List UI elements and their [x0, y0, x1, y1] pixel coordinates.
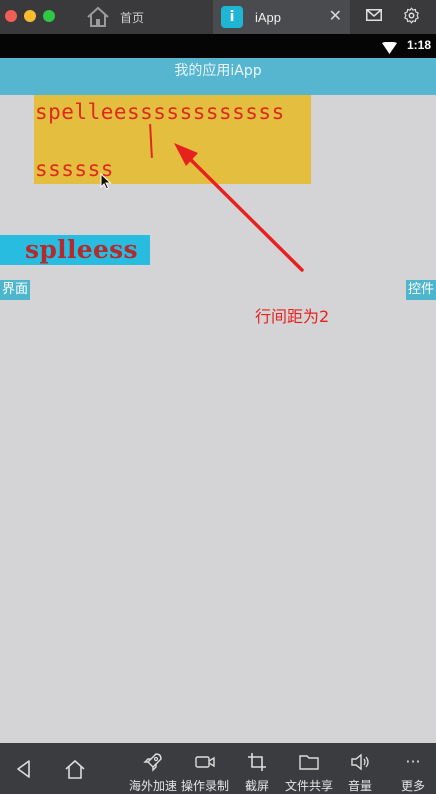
crop-icon — [248, 753, 266, 771]
toolbar-label: 音量 — [348, 779, 373, 793]
video-camera-icon — [195, 756, 215, 768]
close-tab-icon[interactable]: ✕ — [329, 7, 342, 25]
controls-button[interactable]: 控件 — [405, 280, 436, 300]
styled-text: splleess — [25, 235, 138, 264]
folder-icon — [299, 755, 319, 770]
toolbar-label: 文件共享 — [285, 779, 334, 793]
toolbar-label: 更多 — [401, 779, 426, 793]
interface-button[interactable]: 界面 — [0, 280, 31, 300]
wifi-icon — [382, 42, 397, 54]
annotation-caret-mark — [149, 123, 153, 159]
home-icon — [87, 6, 109, 27]
rocket-icon — [143, 753, 162, 772]
back-icon[interactable] — [14, 758, 36, 780]
text-line-1: spelleessssssssssss — [35, 100, 285, 124]
gear-icon[interactable] — [403, 7, 420, 24]
multiline-text-view[interactable]: spelleessssssssssss ssssss — [34, 95, 311, 184]
tab-home-label: 首页 — [120, 10, 145, 25]
tab-iapp[interactable]: i iApp ✕ — [213, 0, 350, 34]
iapp-logo-icon: i — [221, 6, 243, 28]
speaker-icon — [351, 753, 369, 771]
toolbar-item-record[interactable]: 操作录制 — [181, 743, 229, 794]
mouse-pointer-icon — [100, 173, 112, 190]
status-time: 1:18 — [407, 38, 432, 52]
toolbar-item-more[interactable]: ··· 更多 — [401, 743, 425, 794]
bottom-toolbar: 海外加速 操作录制 截屏 文件共享 音量 ··· 更多 — [0, 743, 436, 794]
home-nav-icon[interactable] — [64, 758, 86, 780]
minimize-window-button[interactable] — [24, 10, 36, 22]
window-tab-bar: 首页 i iApp ✕ — [0, 0, 436, 34]
app-title: 我的应用iApp — [174, 63, 262, 79]
toolbar-item-file-share[interactable]: 文件共享 — [285, 743, 333, 794]
close-window-button[interactable] — [5, 10, 17, 22]
status-bar: 1:18 — [0, 34, 436, 58]
toolbar-item-volume[interactable]: 音量 — [348, 743, 372, 794]
app-title-bar: 我的应用iApp — [0, 58, 436, 95]
mail-icon[interactable] — [366, 9, 382, 21]
maximize-window-button[interactable] — [43, 10, 55, 22]
toolbar-item-overseas-accel[interactable]: 海外加速 — [129, 743, 177, 794]
toolbar-label: 操作录制 — [181, 779, 230, 793]
toolbar-label: 截屏 — [245, 779, 270, 793]
tab-iapp-label: iApp — [255, 9, 282, 25]
tab-home[interactable]: 首页 — [78, 0, 213, 34]
toolbar-label: 海外加速 — [129, 779, 178, 793]
styled-text-view[interactable]: splleess — [0, 235, 150, 265]
more-icon: ··· — [405, 752, 421, 771]
annotation-label: 行间距为2 — [255, 307, 330, 326]
toolbar-item-screenshot[interactable]: 截屏 — [245, 743, 269, 794]
